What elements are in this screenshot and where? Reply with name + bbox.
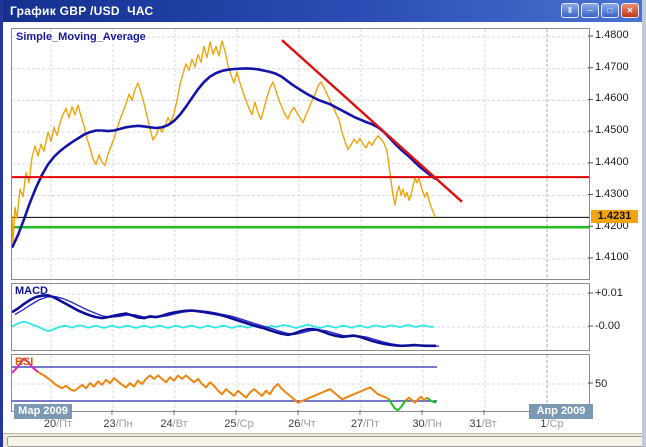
date-label: 24/Вт xyxy=(150,418,198,431)
window-title: График GBP /USD ЧАС xyxy=(3,4,154,18)
price-axis-label: 1.4300 xyxy=(595,188,645,201)
macd-label: MACD xyxy=(15,285,48,297)
price-axis-label: 1.4100 xyxy=(595,251,645,264)
maximize-button[interactable]: □ xyxy=(601,3,619,18)
scrollbar-track xyxy=(3,433,646,447)
date-label: 31/Вт xyxy=(459,418,507,431)
horizontal-scrollbar[interactable] xyxy=(7,436,646,447)
date-label: 26/Чт xyxy=(278,418,326,431)
minimize-button[interactable]: ─ xyxy=(581,3,599,18)
date-label: 23/Пн xyxy=(94,418,142,431)
price-axis-label: 1.4400 xyxy=(595,156,645,169)
rsi-axis-label: 50 xyxy=(595,378,645,391)
date-label: 25/Ср xyxy=(215,418,263,431)
current-price-tag: 1.4231 xyxy=(591,210,638,223)
title-bar[interactable]: График GBP /USD ЧАС ‖ ─ □ ✕ xyxy=(3,0,642,22)
macd-panel[interactable]: MACD xyxy=(11,283,590,351)
date-label: 30/Пн xyxy=(403,418,451,431)
x-axis-ticks xyxy=(11,410,588,416)
macd-canvas[interactable] xyxy=(12,284,589,350)
chart-window: График GBP /USD ЧАС ‖ ─ □ ✕ Simple_Movin… xyxy=(0,0,646,447)
price-chart-panel[interactable]: Simple_Moving_Average xyxy=(11,28,590,280)
price-axis-label: 1.4700 xyxy=(595,61,645,74)
date-label: 20/Пт xyxy=(34,418,82,431)
macd-axis-label: -0.00 xyxy=(595,320,645,333)
indicator-name-label: Simple_Moving_Average xyxy=(16,31,146,43)
rsi-label: RSI xyxy=(15,356,33,368)
date-label: 1/Ср xyxy=(528,418,576,431)
close-button[interactable]: ✕ xyxy=(621,3,639,18)
price-axis-label: 1.4800 xyxy=(595,29,645,42)
right-axis-ticks xyxy=(588,28,594,410)
macd-axis-label: +0.01 xyxy=(595,287,645,300)
rsi-panel[interactable]: RSI xyxy=(11,354,590,412)
window-controls: ‖ ─ □ ✕ xyxy=(561,3,639,18)
price-axis-label: 1.4500 xyxy=(595,124,645,137)
month-badge-march: Мар 2009 xyxy=(14,404,72,419)
pause-button[interactable]: ‖ xyxy=(561,3,579,18)
date-label: 27/Пт xyxy=(341,418,389,431)
month-badge-april: Апр 2009 xyxy=(529,404,593,419)
rsi-canvas[interactable] xyxy=(12,355,589,411)
price-axis-label: 1.4600 xyxy=(595,92,645,105)
price-chart-canvas[interactable] xyxy=(12,29,589,279)
